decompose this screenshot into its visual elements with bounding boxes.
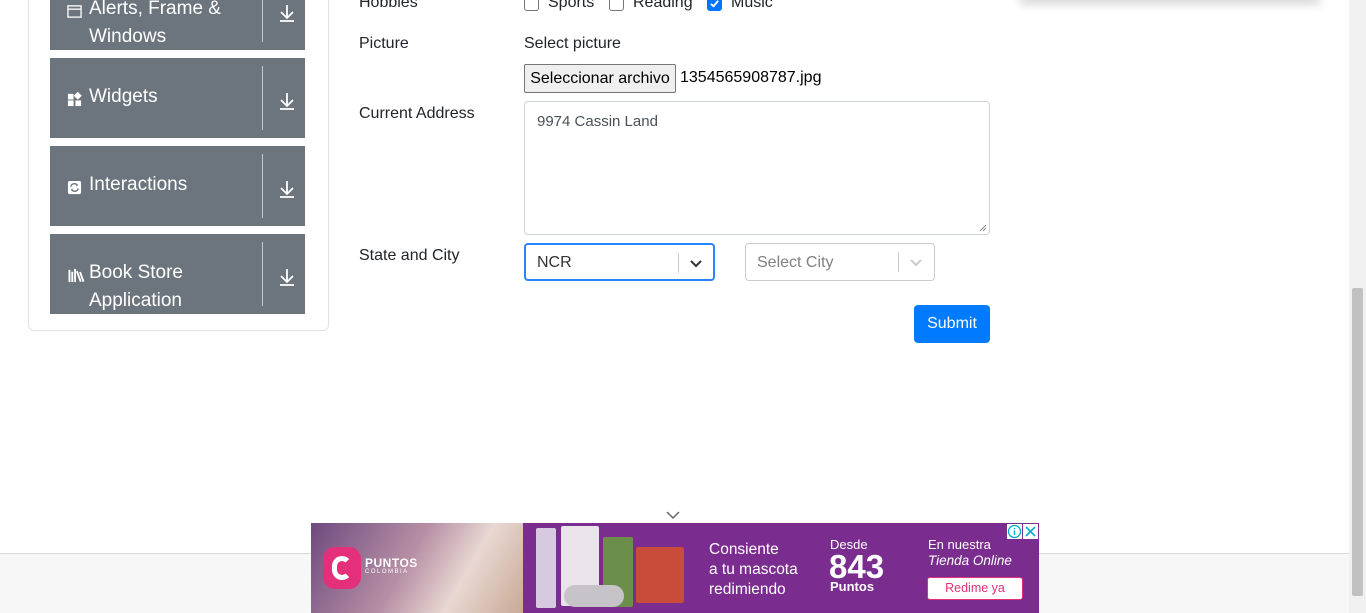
music-checkbox[interactable] (707, 0, 722, 11)
select-divider (898, 252, 899, 272)
select-picture-label: Select picture (524, 35, 621, 52)
window-icon (67, 5, 82, 18)
hobbies-label: Hobbies (359, 0, 418, 11)
group-divider (262, 0, 263, 42)
reading-checkbox[interactable] (609, 0, 624, 11)
sidebar-group-label-line1: Book Store (89, 262, 183, 283)
chevron-down-icon[interactable] (908, 254, 924, 270)
resize-handle-icon[interactable] (979, 224, 987, 232)
download-arrow-icon[interactable] (278, 267, 296, 287)
music-checkbox-label[interactable]: Music (731, 0, 773, 12)
sidebar-group-label-line1: Alerts, Frame & (89, 0, 221, 19)
product-image (636, 547, 684, 603)
ad-info-icon[interactable] (1007, 524, 1022, 539)
ad-banner[interactable]: PUNTOS COLOMBIA Consiente a tu mascota r… (311, 523, 1039, 613)
chevron-down-icon[interactable] (666, 510, 680, 520)
group-divider (262, 154, 263, 218)
city-select[interactable]: Select City (745, 243, 935, 281)
download-arrow-icon[interactable] (278, 3, 296, 23)
ad-headline: Consiente a tu mascota redimiendo (709, 541, 798, 598)
sidebar-group-alerts-frame-windows[interactable]: Alerts, Frame & Windows (50, 0, 305, 50)
group-divider (262, 242, 263, 306)
city-select-placeholder: Select City (757, 254, 834, 271)
sidebar-group-label-line2: Application (89, 290, 182, 311)
file-upload-button[interactable]: Seleccionar archivo (524, 64, 676, 93)
sidebar-group-widgets[interactable]: Widgets (50, 58, 305, 138)
download-arrow-icon[interactable] (278, 91, 296, 111)
sports-checkbox-label[interactable]: Sports (548, 0, 594, 12)
sports-checkbox[interactable] (524, 0, 539, 11)
select-divider (678, 253, 679, 273)
current-address-label: Current Address (359, 105, 475, 122)
sidebar-group-label: Widgets (89, 86, 158, 107)
ad-close-icon[interactable] (1023, 524, 1038, 539)
sidebar-group-book-store[interactable]: Book Store Application (50, 234, 305, 314)
book-icon (68, 268, 85, 283)
ad-cta-button[interactable]: Redime ya (927, 577, 1023, 600)
sidebar-group-label: Interactions (89, 174, 188, 195)
group-divider (262, 66, 263, 130)
ad-puntos: Puntos (830, 579, 875, 594)
reading-checkbox-label[interactable]: Reading (633, 0, 693, 12)
state-select-value: NCR (537, 254, 572, 271)
widgets-icon (67, 92, 82, 107)
ad-brand-sub: COLOMBIA (365, 569, 409, 575)
ad-tienda: Tienda Online (928, 553, 1012, 568)
scrollbar-thumb[interactable] (1352, 288, 1363, 596)
ad-en-nuestra: En nuestra (928, 537, 991, 552)
state-city-label: State and City (359, 247, 460, 264)
current-address-textarea[interactable]: 9974 Cassin Land (524, 101, 990, 235)
checkmark-icon (710, 0, 719, 8)
pet-bowl-image (564, 585, 624, 607)
selected-file-name: 1354565908787.jpg (680, 69, 822, 86)
puntos-logo-icon (323, 547, 361, 589)
chevron-down-icon[interactable] (688, 255, 704, 271)
sidebar-group-interactions[interactable]: Interactions (50, 146, 305, 226)
submit-button[interactable]: Submit (914, 305, 990, 343)
interactions-icon (67, 180, 82, 195)
sidebar-group-label-line2: Windows (89, 26, 167, 47)
ad-brand: PUNTOS (365, 556, 418, 570)
picture-label: Picture (359, 35, 409, 52)
product-image (536, 528, 556, 608)
download-arrow-icon[interactable] (278, 179, 296, 199)
state-select[interactable]: NCR (524, 243, 715, 281)
current-address-value: 9974 Cassin Land (537, 113, 658, 130)
